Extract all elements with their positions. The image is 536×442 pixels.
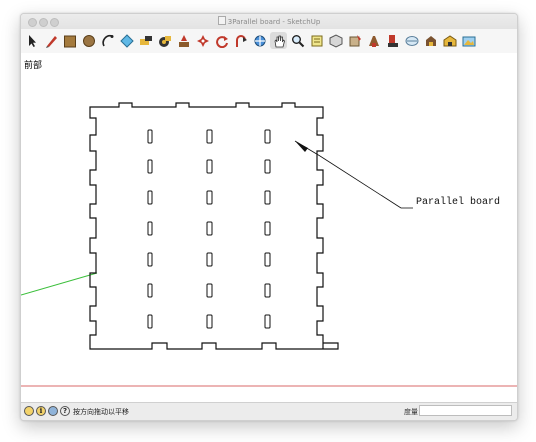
- board-slot: [206, 190, 213, 205]
- pan-tool-button[interactable]: [270, 32, 287, 49]
- board-slot: [206, 283, 213, 298]
- eraser-icon: [45, 35, 57, 48]
- help-icon[interactable]: ?: [60, 406, 70, 416]
- board-slot: [206, 159, 213, 174]
- parallel-board-outline[interactable]: [89, 102, 339, 350]
- measurements-label: 度量: [404, 408, 418, 416]
- rectangle-tool-button[interactable]: [80, 32, 97, 49]
- photo-texture-button[interactable]: [460, 32, 477, 49]
- board-slot: [264, 129, 271, 144]
- arrow-icon: [28, 34, 36, 47]
- board-slot: [264, 190, 271, 205]
- move-tool-button[interactable]: [194, 32, 211, 49]
- tape-measure-tool-button[interactable]: [156, 32, 173, 49]
- board-slot: [147, 283, 153, 298]
- annotation-arrowhead: [295, 141, 308, 152]
- board-slot: [206, 314, 213, 329]
- extension-warehouse-button[interactable]: [441, 32, 458, 49]
- drawing-viewport[interactable]: 前部 Parallel board: [21, 53, 517, 399]
- board-slot: [147, 159, 153, 174]
- board-slot: [264, 252, 271, 267]
- board-slot: [206, 252, 213, 267]
- sandbox-icon: [387, 34, 398, 47]
- board-slot: [264, 314, 271, 329]
- zoom-tool-button[interactable]: [289, 32, 306, 49]
- paint-tool-button[interactable]: [175, 32, 192, 49]
- rotate-icon: [215, 35, 228, 48]
- bucket-icon: [63, 35, 76, 47]
- move-icon: [196, 34, 209, 47]
- info-icon[interactable]: i: [36, 406, 46, 416]
- model-canvas[interactable]: Parallel board: [21, 53, 517, 399]
- annotation-leader-line: [319, 155, 402, 209]
- tape-measure-icon: [158, 35, 171, 47]
- orbit-icon: [254, 35, 265, 46]
- annotation-text[interactable]: Parallel board: [416, 196, 500, 208]
- title-bar: 3Parallel board - SketchUp: [21, 14, 517, 30]
- board-slot: [264, 283, 271, 298]
- orbit-tool-button[interactable]: [251, 32, 268, 49]
- board-slot: [206, 221, 213, 236]
- green-axis-line: [21, 272, 98, 296]
- geo-location-icon[interactable]: [24, 406, 34, 416]
- credits-icon[interactable]: [48, 406, 58, 416]
- board-slot: [264, 159, 271, 174]
- styles-tool-button[interactable]: [365, 32, 382, 49]
- layout-tool-button[interactable]: [403, 32, 420, 49]
- eraser-tool-button[interactable]: [42, 32, 59, 49]
- arc-tool-button[interactable]: [118, 32, 135, 49]
- extension-warehouse-icon: [443, 34, 456, 46]
- warehouse-tool-button[interactable]: [308, 32, 325, 49]
- extension-tool-button[interactable]: [346, 32, 363, 49]
- board-slot: [147, 221, 153, 236]
- paint-bucket-tool-button[interactable]: [61, 32, 78, 49]
- sandbox-tool-button[interactable]: [384, 32, 401, 49]
- circle-icon: [101, 34, 113, 46]
- arc-icon: [119, 33, 134, 48]
- main-toolbar: [21, 29, 517, 53]
- window-title-text: 3Parallel board - SketchUp: [227, 18, 321, 26]
- select-tool-button[interactable]: [23, 32, 40, 49]
- annotation-leader-line-tip: [294, 140, 321, 157]
- board-slot: [264, 221, 271, 236]
- components-icon: [329, 33, 342, 48]
- measurements-input[interactable]: [419, 405, 512, 416]
- shadows-tool-button[interactable]: [422, 32, 439, 49]
- shadows-icon: [425, 35, 436, 46]
- circle-tool-button[interactable]: [99, 32, 116, 49]
- document-icon: [217, 16, 226, 25]
- warehouse-icon: [311, 35, 322, 46]
- board-slot: [147, 252, 153, 267]
- board-slot: [147, 190, 153, 205]
- layout-icon: [405, 35, 418, 46]
- rotate-tool-button[interactable]: [213, 32, 230, 49]
- rectangle-icon: [82, 34, 95, 47]
- extension-icon: [349, 34, 361, 46]
- board-slot: [147, 314, 153, 329]
- follow-me-icon: [235, 34, 247, 47]
- styles-icon: [368, 35, 379, 47]
- board-slot: [206, 129, 213, 144]
- follow-me-tool-button[interactable]: [232, 32, 249, 49]
- hand-icon: [274, 35, 285, 47]
- window-title: 3Parallel board - SketchUp: [21, 16, 517, 28]
- photo-texture-icon: [462, 36, 475, 46]
- magnifier-icon: [291, 34, 304, 47]
- paint-icon: [178, 34, 189, 47]
- status-hint: 按方向拖动以平移: [73, 408, 129, 416]
- push-pull-icon: [139, 35, 152, 45]
- board-slot: [147, 129, 153, 144]
- push-pull-tool-button[interactable]: [137, 32, 154, 49]
- board-slots: [147, 129, 271, 329]
- components-tool-button[interactable]: [327, 32, 344, 49]
- sketchup-window: 3Parallel board - SketchUp 前部 Parallel b…: [20, 13, 518, 421]
- status-bar: i ? 按方向拖动以平移 度量: [21, 402, 517, 420]
